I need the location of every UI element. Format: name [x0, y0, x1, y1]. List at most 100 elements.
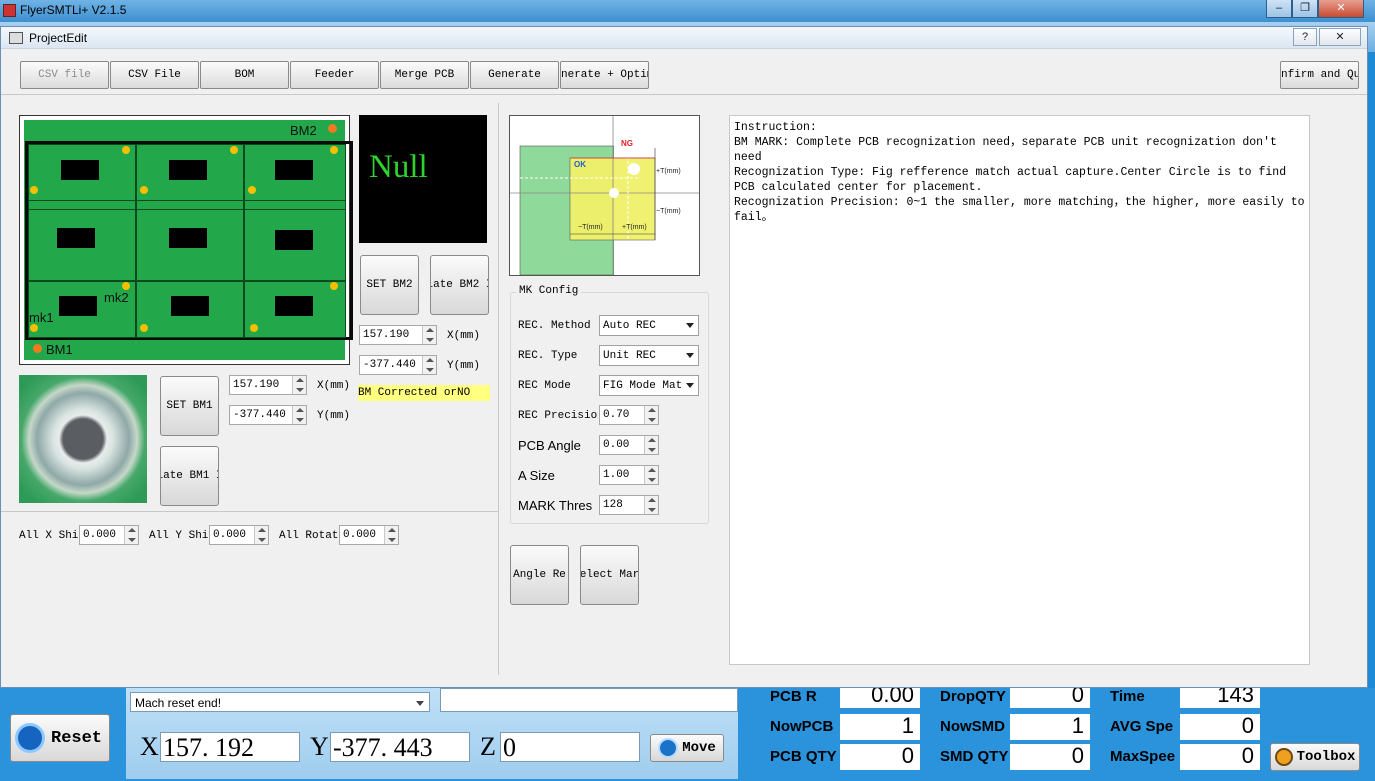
tolerance-diagram-svg [510, 116, 699, 275]
fiducial-dot [140, 324, 148, 332]
rec-type-label: REC. Type [518, 350, 578, 362]
merge-pcb-button[interactable]: Merge PCB [380, 61, 469, 89]
z-coord-field[interactable]: 0 [500, 732, 640, 762]
move-label: Move [682, 740, 716, 756]
csv-file-button[interactable]: CSV File [110, 61, 199, 89]
all-x-shift-input[interactable]: 0.000 [79, 525, 139, 545]
dialog-help-button[interactable]: ? [1293, 28, 1317, 46]
rec-mode-label: REC Mode [518, 380, 571, 392]
feeder-button[interactable]: Feeder [290, 61, 379, 89]
pcb-r-label: PCB R [770, 688, 817, 705]
fiducial-dot [30, 186, 38, 194]
pcb-chip [169, 160, 207, 180]
chevron-down-icon [416, 701, 424, 706]
drop-qty-value: 0 [1010, 688, 1090, 708]
bm2-x-input[interactable]: 157.190 [359, 325, 437, 345]
reset-button[interactable]: Reset [10, 714, 110, 762]
pcb-chip [171, 296, 209, 316]
instruction-title: Instruction: [734, 121, 817, 134]
all-rotate-input[interactable]: 0.000 [339, 525, 399, 545]
pcb-image: BM2 mk2 mk1 BM1 [19, 115, 353, 365]
pcb-chip [275, 160, 313, 180]
instruction-rec-precision: Recognization Precision: 0~1 the smaller… [734, 196, 1305, 224]
toolbox-label: Toolbox [1296, 749, 1356, 765]
pcb-chip [59, 296, 97, 316]
all-y-shift-input[interactable]: 0.000 [209, 525, 269, 545]
angle-rec-button[interactable]: Angle Re [510, 545, 569, 605]
rec-precision-input[interactable]: 0.70 [599, 405, 659, 425]
bm2-label: BM2 [290, 123, 317, 138]
app-restore-button[interactable]: ❐ [1292, 0, 1318, 18]
mark-thres-label: MARK Thres [518, 498, 592, 513]
rec-method-select[interactable]: Auto REC [599, 315, 699, 336]
update-bm1-button[interactable]: late BM1 I [160, 446, 219, 506]
max-spee-value: 0 [1180, 744, 1260, 770]
fiducial-dot [230, 146, 238, 154]
toolbox-button[interactable]: Toolbox [1270, 743, 1360, 771]
a-size-input[interactable]: 1.00 [599, 465, 659, 485]
bm2-y-input[interactable]: -377.440 [359, 355, 437, 375]
set-bm1-button[interactable]: SET BM1 [160, 376, 219, 436]
all-rotate-label: All Rotate [279, 530, 339, 542]
x-coord-field[interactable]: 157. 192 [160, 732, 300, 762]
app-minimize-button[interactable]: – [1266, 0, 1292, 18]
pcb-qty-value: 0 [840, 744, 920, 770]
bm2-y-unit: Y(mm) [447, 360, 481, 372]
generate-optimize-button[interactable]: nerate + Optimi [560, 61, 649, 89]
dialog-title: ProjectEdit [29, 31, 88, 45]
rec-mode-select[interactable]: FIG Mode Mat [599, 375, 699, 396]
bm1-marker [33, 344, 42, 353]
panel-divider [498, 103, 499, 675]
pcb-chip [61, 160, 99, 180]
bm1-y-input[interactable]: -377.440 [229, 405, 307, 425]
status-detail-field[interactable] [440, 688, 738, 712]
shift-divider [1, 511, 498, 512]
bm1-x-input[interactable]: 157.190 [229, 375, 307, 395]
status-select[interactable]: Mach reset end! [130, 692, 430, 712]
rec-type-select[interactable]: Unit REC [599, 345, 699, 366]
bm1-label: BM1 [46, 342, 73, 357]
bm1-y-unit: Y(mm) [317, 410, 351, 422]
mk2-label: mk2 [104, 290, 129, 305]
bm1-x-unit: X(mm) [317, 380, 351, 392]
fiducial-dot [122, 146, 130, 154]
mark-thres-input[interactable]: 128 [599, 495, 659, 515]
select-mark-button[interactable]: elect Mar [580, 545, 639, 605]
generate-button[interactable]: Generate [470, 61, 559, 89]
set-bm2-button[interactable]: SET BM2 [360, 255, 419, 315]
pcb-angle-input[interactable]: 0.00 [599, 435, 659, 455]
max-spee-label: MaxSpee [1110, 748, 1176, 765]
app-titlebar: FlyerSMTLi+ V2.1.5 – ❐ ✕ [0, 0, 1375, 22]
fiducial-dot [330, 146, 338, 154]
pcb-qty-label: PCB QTY [770, 748, 837, 765]
dialog-icon [9, 32, 23, 44]
bm-corrected-label: BM Corrected orNO [358, 385, 490, 401]
pcb-chip [57, 228, 95, 248]
rec-method-label: REC. Method [518, 320, 591, 332]
x-coord-label: X [140, 732, 159, 761]
bom-button[interactable]: BOM [200, 61, 289, 89]
bm2-x-unit: X(mm) [447, 330, 481, 342]
time-label: Time [1110, 688, 1145, 705]
now-pcb-label: NowPCB [770, 718, 834, 735]
avg-spe-label: AVG Spe [1110, 718, 1174, 735]
fiducial-dot [140, 186, 148, 194]
reset-label: Reset [51, 728, 103, 748]
y-coord-field[interactable]: -377. 443 [330, 732, 470, 762]
plus-t-top-label: +T(mm) [656, 168, 681, 175]
instruction-rec-type: Recognization Type: Fig refference match… [734, 166, 1287, 194]
update-bm2-button[interactable]: late BM2 I [430, 255, 489, 315]
pcb-r-value: 0.00 [840, 688, 920, 708]
pcb-angle-label: PCB Angle [518, 438, 581, 453]
app-title: FlyerSMTLi+ V2.1.5 [20, 3, 127, 17]
move-button[interactable]: Move [650, 734, 724, 762]
app-close-button[interactable]: ✕ [1318, 0, 1364, 18]
confirm-quit-button[interactable]: nfirm and Qu [1280, 61, 1359, 89]
fiducial-dot [30, 324, 38, 332]
tolerance-diagram: NG OK +T(mm) −T(mm) −T(mm) +T(mm) [509, 115, 700, 276]
minus-t-right-label: −T(mm) [656, 208, 681, 215]
ng-label: NG [621, 139, 633, 148]
dialog-close-button[interactable]: ✕ [1319, 28, 1361, 46]
fiducial-dot [330, 282, 338, 290]
null-text: Null [369, 149, 428, 185]
